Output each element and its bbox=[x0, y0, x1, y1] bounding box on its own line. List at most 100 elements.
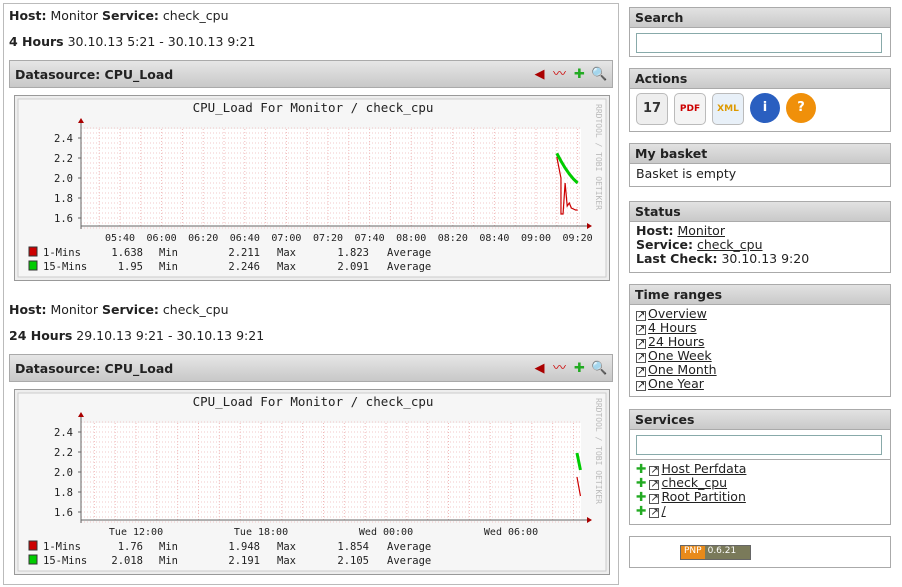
host-link[interactable]: Monitor bbox=[677, 223, 725, 238]
calendar-icon[interactable]: 17 bbox=[636, 93, 668, 125]
x-tick-label: Wed 00:00 bbox=[359, 527, 413, 538]
zoom-icon[interactable]: 🔍 bbox=[591, 360, 608, 377]
service-item[interactable]: ✚ ↗ / bbox=[636, 504, 884, 518]
chart-title: CPU_Load For Monitor / check_cpu bbox=[193, 394, 434, 409]
x-tick-label: Tue 18:00 bbox=[234, 527, 288, 538]
time-range-link[interactable]: Overview bbox=[648, 306, 707, 321]
x-tick-label: 09:00 bbox=[521, 233, 551, 244]
external-link-icon[interactable]: ↗ bbox=[649, 494, 660, 504]
time-range-item[interactable]: ↗ One Year bbox=[636, 377, 884, 391]
xml-icon[interactable]: XML bbox=[712, 93, 744, 125]
y-tick-label: 2.0 bbox=[54, 173, 73, 185]
add-to-basket-icon[interactable]: ✚ bbox=[571, 66, 588, 83]
service-link[interactable]: check_cpu bbox=[697, 237, 763, 252]
add-icon[interactable]: ✚ bbox=[636, 461, 646, 476]
legend-max: 2.191 bbox=[228, 555, 260, 567]
add-icon[interactable]: ✚ bbox=[636, 503, 646, 518]
service-link[interactable]: Root Partition bbox=[661, 489, 745, 504]
basket-title: My basket bbox=[630, 144, 890, 164]
time-range-line: 24 Hours 29.10.13 9:21 - 30.10.13 9:21 bbox=[9, 328, 265, 343]
service-link[interactable]: check_cpu bbox=[661, 475, 727, 490]
x-tick-label: 07:00 bbox=[271, 233, 301, 244]
status-title: Status bbox=[630, 202, 890, 222]
zoom-icon[interactable]: 🔍 bbox=[591, 66, 608, 83]
time-range-link[interactable]: One Week bbox=[648, 348, 712, 363]
x-tick-label: 09:20 bbox=[563, 233, 593, 244]
add-icon[interactable]: ✚ bbox=[636, 489, 646, 504]
service-item[interactable]: ✚ ↗ Root Partition bbox=[636, 490, 884, 504]
external-link-icon: ↗ bbox=[636, 338, 646, 349]
time-range-item[interactable]: ↗ Overview bbox=[636, 307, 884, 321]
legend-avg-label: Average bbox=[387, 247, 431, 259]
legend-avg-label: Average bbox=[387, 541, 431, 553]
graph-icon[interactable]: 〰 bbox=[551, 360, 568, 377]
time-range-link[interactable]: One Month bbox=[648, 362, 717, 377]
time-ranges-box: Time ranges ↗ Overview ↗ 4 Hours ↗ 24 Hours ↗ O… bbox=[629, 284, 891, 397]
time-range-link[interactable]: 24 Hours bbox=[648, 334, 705, 349]
add-icon[interactable]: ✚ bbox=[636, 475, 646, 490]
service-link[interactable]: / bbox=[661, 503, 665, 518]
footer-box: PNP 0.6.21 bbox=[629, 536, 891, 568]
legend-max-label: Max bbox=[277, 261, 296, 273]
datasource-header: Datasource: CPU_Load ◀ 〰 ✚ 🔍 bbox=[9, 354, 613, 382]
legend-avg: 2.105 bbox=[337, 555, 369, 567]
legend-swatch bbox=[28, 554, 38, 565]
pdf-icon[interactable]: PDF bbox=[674, 93, 706, 125]
legend-avg-label: Average bbox=[387, 555, 431, 567]
pnp-version-badge[interactable]: PNP 0.6.21 bbox=[680, 545, 752, 560]
add-to-basket-icon[interactable]: ✚ bbox=[571, 360, 588, 377]
watermark: RRDTOOL / TOBI OETIKER bbox=[594, 398, 603, 504]
y-tick-label: 1.6 bbox=[54, 507, 73, 519]
time-range-item[interactable]: ↗ One Week bbox=[636, 349, 884, 363]
external-link-icon: ↗ bbox=[636, 366, 646, 377]
service-label: Service: bbox=[636, 237, 693, 252]
time-range-link[interactable]: 4 Hours bbox=[648, 320, 697, 335]
actions-box: Actions 17 PDF XML i ? bbox=[629, 68, 891, 132]
datasource-header: Datasource: CPU_Load ◀ 〰 ✚ 🔍 bbox=[9, 60, 613, 88]
search-title: Search bbox=[630, 8, 890, 28]
legend-avg: 2.091 bbox=[337, 261, 369, 273]
search-box: Search bbox=[629, 7, 891, 57]
graph-icon[interactable]: 〰 bbox=[551, 66, 568, 83]
search-input[interactable] bbox=[636, 33, 882, 53]
actions-title: Actions bbox=[630, 69, 890, 89]
legend-min: 1.76 bbox=[118, 541, 143, 553]
status-box: Status Host: Monitor Service: check_cpu … bbox=[629, 201, 891, 273]
help-icon[interactable]: ? bbox=[786, 93, 816, 123]
service-link[interactable]: Host Perfdata bbox=[661, 461, 746, 476]
services-filter-input[interactable] bbox=[636, 435, 882, 455]
legend-name: 1-Mins bbox=[43, 541, 81, 553]
megaphone-icon[interactable]: ◀ bbox=[531, 66, 548, 83]
time-range-item[interactable]: ↗ 4 Hours bbox=[636, 321, 884, 335]
megaphone-icon[interactable]: ◀ bbox=[531, 360, 548, 377]
legend-name: 1-Mins bbox=[43, 247, 81, 259]
host-label: Host: bbox=[636, 223, 674, 238]
legend-max: 2.246 bbox=[228, 261, 260, 273]
external-link-icon: ↗ bbox=[636, 352, 646, 363]
time-range-item[interactable]: ↗ 24 Hours bbox=[636, 335, 884, 349]
legend-avg: 1.823 bbox=[337, 247, 369, 259]
service-item[interactable]: ✚ ↗ check_cpu bbox=[636, 476, 884, 490]
external-link-icon[interactable]: ↗ bbox=[649, 466, 660, 476]
x-tick-label: Wed 06:00 bbox=[484, 527, 538, 538]
time-range-link[interactable]: One Year bbox=[648, 376, 704, 391]
external-link-icon[interactable]: ↗ bbox=[649, 480, 660, 490]
legend-min: 2.018 bbox=[111, 555, 143, 567]
legend-swatch bbox=[28, 260, 38, 271]
info-icon[interactable]: i bbox=[750, 93, 780, 123]
x-tick-label: 08:00 bbox=[396, 233, 426, 244]
legend-min-label: Min bbox=[159, 261, 178, 273]
graph-image[interactable]: CPU_Load For Monitor / check_cpu RRDTOOL … bbox=[14, 389, 610, 575]
y-tick-label: 2.2 bbox=[54, 153, 73, 165]
time-range-item[interactable]: ↗ One Month bbox=[636, 363, 884, 377]
legend-max-label: Max bbox=[277, 247, 296, 259]
external-link-icon[interactable]: ↗ bbox=[649, 508, 660, 518]
legend-min-label: Min bbox=[159, 247, 178, 259]
legend-swatch bbox=[28, 540, 38, 551]
service-item[interactable]: ✚ ↗ Host Perfdata bbox=[636, 462, 884, 476]
y-tick-label: 2.0 bbox=[54, 467, 73, 479]
basket-box: My basket Basket is empty bbox=[629, 143, 891, 187]
y-tick-label: 1.8 bbox=[54, 487, 73, 499]
graph-image[interactable]: CPU_Load For Monitor / check_cpu RRDTOOL … bbox=[14, 95, 610, 281]
time-range-line: 4 Hours 30.10.13 5:21 - 30.10.13 9:21 bbox=[9, 34, 256, 49]
